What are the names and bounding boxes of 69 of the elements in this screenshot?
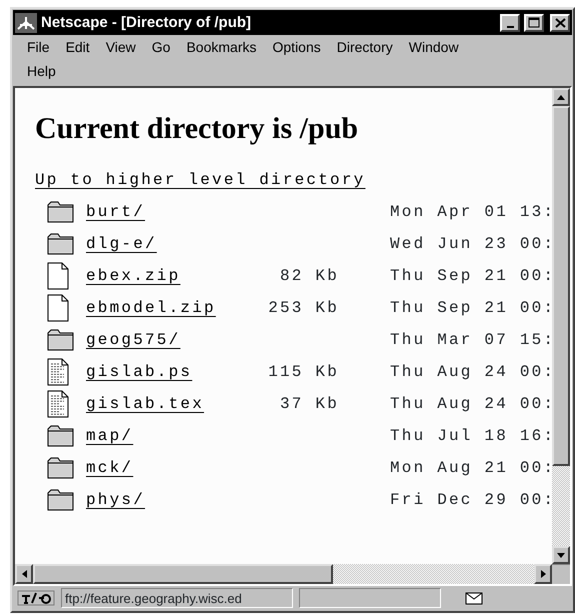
window-title: Netscape - [Directory of /pub]: [41, 14, 252, 31]
file-link[interactable]: mck/: [74, 456, 134, 480]
minimize-button[interactable]: [500, 14, 520, 32]
scroll-left-button[interactable]: [15, 564, 33, 584]
menu-item[interactable]: Help: [19, 62, 64, 82]
menu-item[interactable]: File: [19, 38, 58, 58]
modified-date: Thu Aug 24 00:: [389, 362, 552, 383]
file-size: 82 Kb: [278, 266, 339, 287]
left-arrow-icon: [22, 570, 26, 578]
up-arrow-icon: [557, 94, 565, 100]
folder-icon: [47, 200, 74, 223]
scroll-down-button[interactable]: [552, 546, 570, 564]
file-link[interactable]: map/: [74, 424, 134, 448]
modified-date: Mon Aug 21 00:: [389, 458, 552, 479]
menu-item[interactable]: Edit: [58, 38, 98, 58]
modified-date: Thu Sep 21 00:: [389, 298, 552, 319]
file-icon: [47, 262, 69, 290]
status-url: ftp://feature.geography.wisc.ed: [61, 588, 293, 608]
file-link[interactable]: gislab.ps: [74, 360, 192, 384]
scroll-thumb[interactable]: [552, 106, 570, 466]
menu-item[interactable]: Directory: [328, 38, 401, 58]
modified-date: Mon Apr 01 13:: [389, 202, 552, 223]
file-link[interactable]: ebex.zip: [74, 264, 180, 288]
folder-icon: [47, 488, 74, 511]
folder-icon: [47, 328, 74, 351]
close-button[interactable]: [550, 14, 570, 32]
app-icon: [15, 12, 37, 32]
modified-date: Thu Sep 21 00:: [389, 266, 552, 287]
file-size: 115 Kb: [267, 362, 339, 383]
menu-item[interactable]: Go: [144, 38, 178, 58]
vertical-scrollbar[interactable]: [552, 88, 570, 564]
menu-item[interactable]: View: [98, 38, 144, 58]
menu-item[interactable]: Options: [264, 38, 329, 58]
maximize-icon: [528, 17, 540, 28]
file-link[interactable]: geog575/: [74, 328, 180, 352]
security-icon[interactable]: [17, 589, 55, 607]
file-link[interactable]: gislab.tex: [74, 392, 204, 416]
page-heading: Current directory is /pub: [35, 112, 360, 146]
modified-date: Wed Jun 23 00:: [389, 234, 552, 255]
modified-date: Thu Mar 07 15:: [389, 330, 552, 351]
file-size: 37 Kb: [278, 394, 339, 415]
minimize-icon: [506, 26, 514, 28]
file-icon: [47, 294, 69, 322]
modified-date: Thu Jul 18 16:: [389, 426, 552, 447]
menu-item[interactable]: Window: [400, 38, 467, 58]
file-size: 253 Kb: [267, 298, 339, 319]
file-link[interactable]: burt/: [74, 200, 146, 224]
right-arrow-icon: [540, 570, 546, 578]
scroll-up-button[interactable]: [552, 88, 570, 106]
maximize-button[interactable]: [524, 14, 544, 32]
file-link[interactable]: ebmodel.zip: [74, 296, 216, 320]
close-icon: [554, 18, 566, 28]
scroll-right-button[interactable]: [534, 564, 552, 584]
horizontal-scrollbar[interactable]: [15, 564, 570, 584]
mail-icon[interactable]: [465, 592, 483, 604]
scroll-thumb[interactable]: [33, 564, 333, 584]
down-arrow-icon: [557, 552, 565, 558]
modified-date: Thu Aug 24 00:: [389, 394, 552, 415]
menu-item[interactable]: Bookmarks: [178, 38, 264, 58]
modified-date: Fri Dec 29 00:: [389, 490, 552, 511]
document-icon: [47, 390, 69, 418]
folder-icon: [47, 456, 74, 479]
folder-icon: [47, 232, 74, 255]
file-link[interactable]: phys/: [74, 488, 146, 512]
folder-icon: [47, 424, 74, 447]
file-link[interactable]: dlg-e/: [74, 232, 157, 256]
scrollbar-corner: [552, 564, 570, 584]
parent-directory-link[interactable]: Up to higher level directory: [35, 171, 366, 189]
document-icon: [47, 358, 69, 386]
